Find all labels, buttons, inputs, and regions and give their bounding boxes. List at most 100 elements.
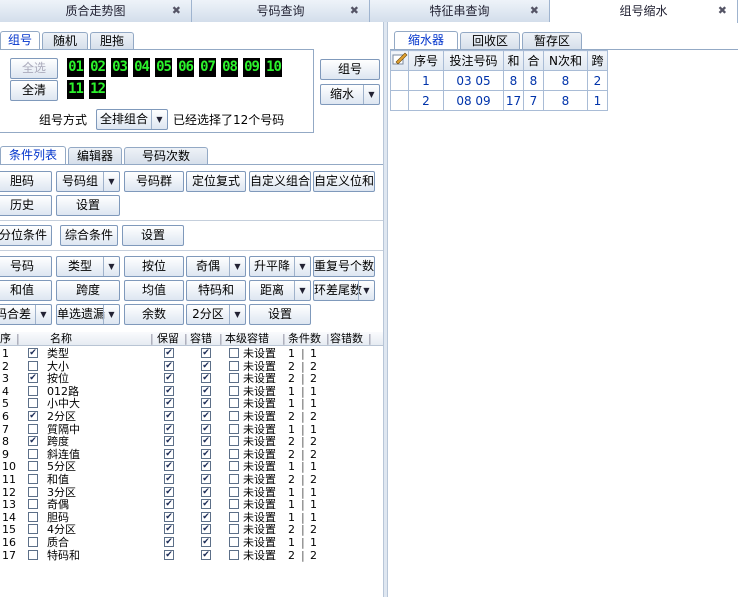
number-led-11[interactable]: 11	[67, 80, 84, 99]
tolerance-checkbox[interactable]: ✔	[201, 461, 211, 472]
enable-checkbox[interactable]	[28, 499, 38, 510]
rise-flat-fall-dropdown[interactable]: 升平降 ▼	[249, 256, 311, 277]
dan-code-button[interactable]: 胆码	[0, 171, 52, 192]
single-miss-dropdown[interactable]: 单选遗漏 ▼	[56, 304, 120, 325]
keep-checkbox[interactable]: ✔	[164, 448, 174, 459]
tolerance-checkbox[interactable]: ✔	[201, 348, 211, 358]
tab-condition-list[interactable]: 条件列表	[0, 146, 66, 165]
number-led-03[interactable]: 03	[111, 58, 128, 77]
keep-checkbox[interactable]: ✔	[164, 436, 174, 447]
level-tolerance-checkbox[interactable]	[229, 474, 239, 484]
mean-button[interactable]: 均值	[124, 280, 184, 301]
number-led-09[interactable]: 09	[243, 58, 260, 77]
custom-position-sum-button[interactable]: 自定义位和	[313, 171, 375, 192]
tolerance-checkbox[interactable]: ✔	[201, 537, 211, 547]
tolerance-checkbox[interactable]: ✔	[201, 549, 211, 560]
tab-feature-query[interactable]: 特征串查询 ✖	[370, 0, 550, 22]
repeat-count-button[interactable]: 重复号个数	[313, 256, 375, 277]
type-dropdown[interactable]: 类型 ▼	[56, 256, 120, 277]
distance-dropdown[interactable]: 距离 ▼	[249, 280, 311, 301]
level-tolerance-checkbox[interactable]	[229, 448, 239, 459]
list-item[interactable]: 8 ✔ 跨度 ✔ ✔ 未设置 2 | 2	[0, 436, 383, 449]
number-cluster-button[interactable]: 号码群	[124, 171, 184, 192]
keep-checkbox[interactable]: ✔	[164, 511, 174, 522]
level-tolerance-checkbox[interactable]	[229, 461, 239, 472]
tab-staging[interactable]: 暂存区	[522, 32, 582, 50]
tab-number-count[interactable]: 号码次数	[124, 147, 208, 165]
tab-number-query[interactable]: 号码查询 ✖	[192, 0, 370, 22]
keep-checkbox[interactable]: ✔	[164, 423, 174, 434]
settings-button-2[interactable]: 设置	[122, 225, 184, 246]
list-item[interactable]: 11 和值 ✔ ✔ 未设置 2 | 2	[0, 474, 383, 487]
tab-shrinker[interactable]: 缩水器	[394, 31, 458, 50]
list-item[interactable]: 1 ✔ 类型 ✔ ✔ 未设置 1 | 1	[0, 348, 383, 361]
level-tolerance-checkbox[interactable]	[229, 499, 239, 510]
tolerance-checkbox[interactable]: ✔	[201, 448, 211, 459]
tab-group-shrink[interactable]: 组号缩水 ✖	[550, 0, 738, 23]
tolerance-checkbox[interactable]: ✔	[201, 474, 211, 484]
list-item[interactable]: 16 质合 ✔ ✔ 未设置 1 | 1	[0, 537, 383, 550]
level-tolerance-checkbox[interactable]	[229, 524, 239, 535]
clear-all-button[interactable]: 全清	[10, 80, 58, 101]
enable-checkbox[interactable]	[28, 524, 38, 535]
level-tolerance-checkbox[interactable]	[229, 360, 239, 371]
tolerance-checkbox[interactable]: ✔	[201, 373, 211, 384]
tolerance-checkbox[interactable]: ✔	[201, 499, 211, 510]
keep-checkbox[interactable]: ✔	[164, 398, 174, 409]
custom-combination-button[interactable]: 自定义组合	[249, 171, 311, 192]
tolerance-checkbox[interactable]: ✔	[201, 360, 211, 371]
close-icon[interactable]: ✖	[172, 0, 181, 22]
keep-checkbox[interactable]: ✔	[164, 411, 174, 421]
tolerance-checkbox[interactable]: ✔	[201, 486, 211, 497]
keep-checkbox[interactable]: ✔	[164, 348, 174, 358]
keep-checkbox[interactable]: ✔	[164, 461, 174, 472]
level-tolerance-checkbox[interactable]	[229, 398, 239, 409]
enable-checkbox[interactable]: ✔	[28, 411, 38, 421]
ring-diff-tail-dropdown[interactable]: 环差尾数 ▼	[313, 280, 375, 301]
settings-button-3[interactable]: 设置	[249, 304, 311, 325]
number-button[interactable]: 号码	[0, 256, 52, 277]
tolerance-checkbox[interactable]: ✔	[201, 385, 211, 396]
list-item[interactable]: 3 ✔ 按位 ✔ ✔ 未设置 2 | 2	[0, 373, 383, 386]
level-tolerance-checkbox[interactable]	[229, 373, 239, 384]
span-button[interactable]: 跨度	[56, 280, 120, 301]
tab-dantuo[interactable]: 胆拖	[90, 32, 134, 50]
close-icon[interactable]: ✖	[718, 0, 727, 22]
level-tolerance-checkbox[interactable]	[229, 411, 239, 421]
remainder-button[interactable]: 余数	[124, 304, 184, 325]
composite-condition-button[interactable]: 综合条件	[60, 225, 118, 246]
table-row[interactable]: 1 03 05 8 8 8 2	[390, 70, 608, 91]
number-led-10[interactable]: 10	[265, 58, 282, 77]
tolerance-checkbox[interactable]: ✔	[201, 423, 211, 434]
select-all-button[interactable]: 全选	[10, 58, 58, 79]
enable-checkbox[interactable]: ✔	[28, 348, 38, 358]
level-tolerance-checkbox[interactable]	[229, 436, 239, 447]
enable-checkbox[interactable]	[28, 461, 38, 472]
tab-trend-chart[interactable]: 质合走势图 ✖	[0, 0, 192, 22]
tolerance-checkbox[interactable]: ✔	[201, 511, 211, 522]
number-group-dropdown[interactable]: 号码组 ▼	[56, 171, 120, 192]
enable-checkbox[interactable]	[28, 423, 38, 434]
number-led-12[interactable]: 12	[89, 80, 106, 99]
level-tolerance-checkbox[interactable]	[229, 348, 239, 358]
number-led-01[interactable]: 01	[67, 58, 84, 77]
tolerance-checkbox[interactable]: ✔	[201, 524, 211, 535]
close-icon[interactable]: ✖	[350, 0, 359, 22]
keep-checkbox[interactable]: ✔	[164, 486, 174, 497]
position-condition-button[interactable]: 分位条件	[0, 225, 52, 246]
enable-checkbox[interactable]	[28, 385, 38, 396]
sum-button[interactable]: 和值	[0, 280, 52, 301]
number-led-05[interactable]: 05	[155, 58, 172, 77]
tab-editor[interactable]: 编辑器	[68, 147, 122, 165]
enable-checkbox[interactable]	[28, 448, 38, 459]
close-icon[interactable]: ✖	[530, 0, 539, 22]
list-item[interactable]: 17 特码和 ✔ ✔ 未设置 2 | 2	[0, 549, 383, 563]
keep-checkbox[interactable]: ✔	[164, 524, 174, 535]
level-tolerance-checkbox[interactable]	[229, 423, 239, 434]
keep-checkbox[interactable]: ✔	[164, 474, 174, 484]
enable-checkbox[interactable]	[28, 360, 38, 371]
enable-checkbox[interactable]	[28, 549, 38, 560]
group-method-select[interactable]: 全排组合 ▼	[96, 109, 168, 130]
number-led-02[interactable]: 02	[89, 58, 106, 77]
tab-random[interactable]: 随机	[42, 32, 88, 50]
